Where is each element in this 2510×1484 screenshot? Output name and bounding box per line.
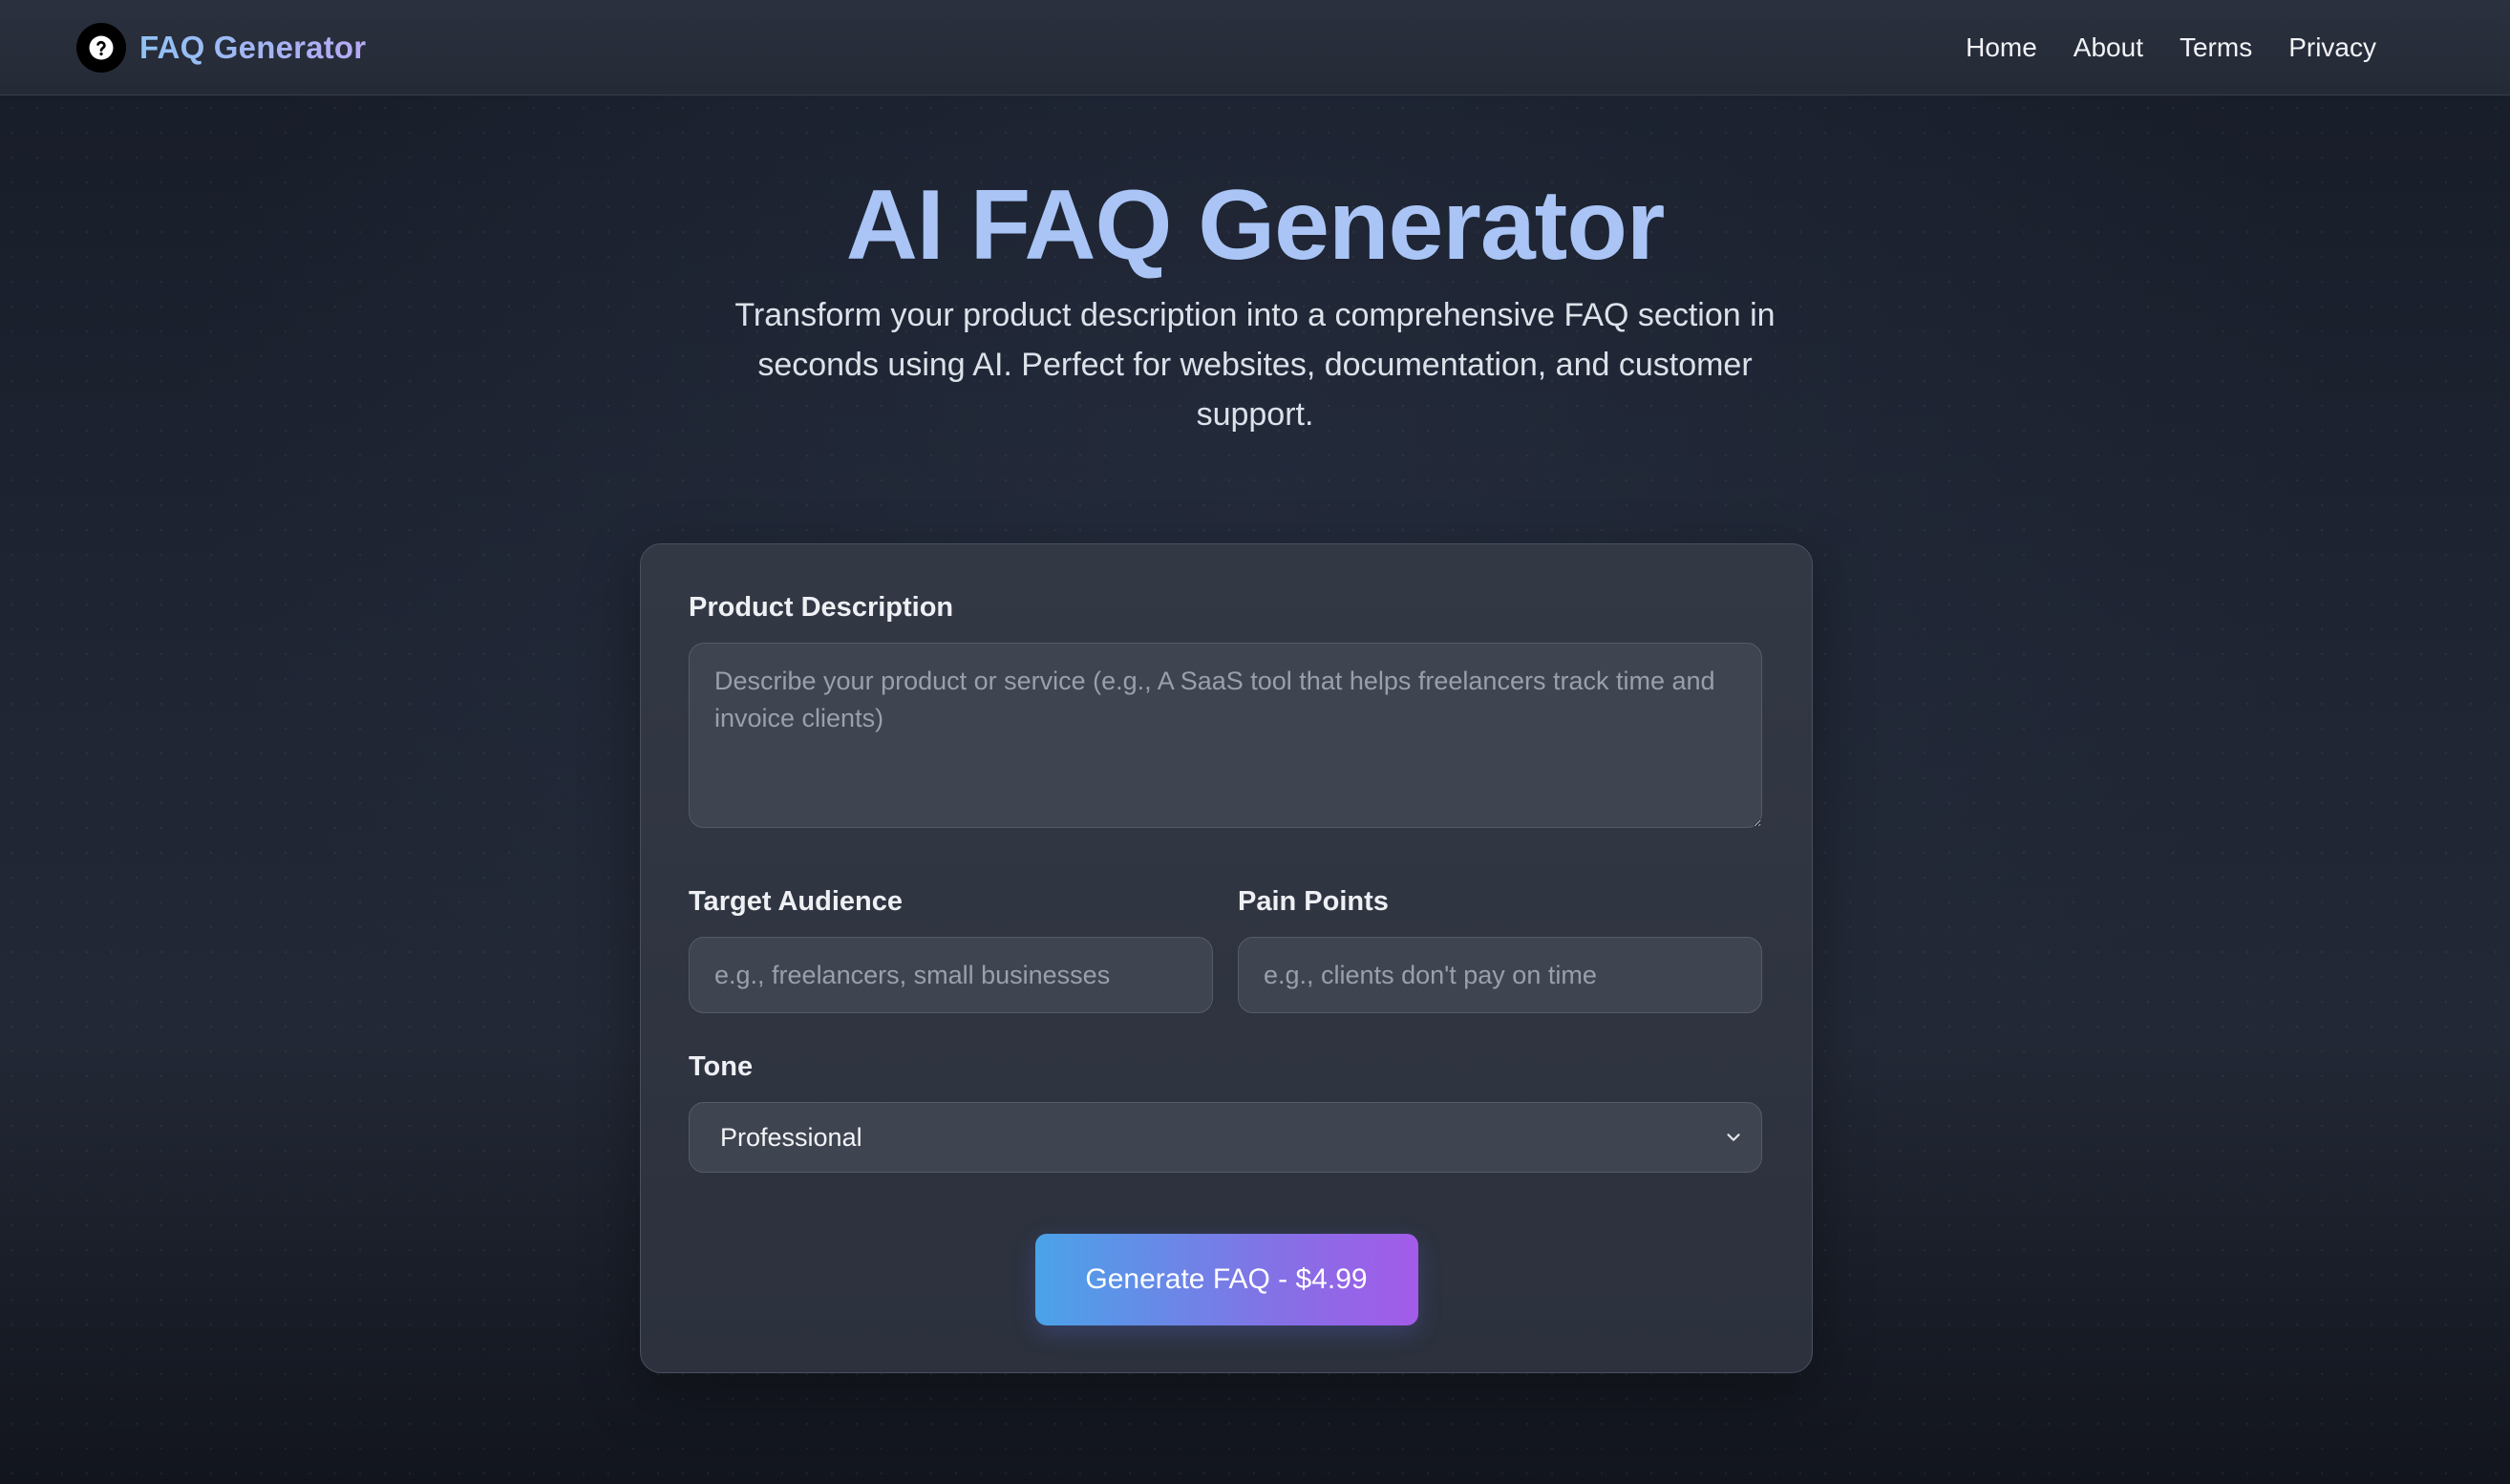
audience-pain-row: Target Audience Pain Points [689, 886, 1764, 1013]
product-description-label: Product Description [689, 592, 954, 623]
main-nav: Home About Terms Privacy [1966, 32, 2376, 63]
product-description-group: Product Description [689, 592, 1764, 833]
page-title: AI FAQ Generator [845, 170, 1666, 281]
tone-group: Tone Professional [689, 1051, 1764, 1173]
brand-name: FAQ Generator [139, 29, 367, 65]
hero-section: AI FAQ Generator Transform your product … [0, 172, 2510, 439]
pain-points-group: Pain Points [1238, 886, 1762, 1013]
product-description-textarea[interactable] [689, 643, 1762, 828]
generate-faq-button[interactable]: Generate FAQ - $4.99 [1034, 1234, 1418, 1325]
target-audience-input[interactable] [689, 937, 1213, 1013]
tone-label: Tone [689, 1051, 754, 1082]
target-audience-label: Target Audience [689, 886, 903, 917]
nav-link-home[interactable]: Home [1966, 32, 2037, 63]
chevron-down-icon [1727, 1134, 1740, 1141]
nav-link-terms[interactable]: Terms [2180, 32, 2252, 63]
top-navigation-bar: FAQ Generator Home About Terms Privacy [0, 0, 2510, 95]
faq-form-card: Product Description Target Audience Pain… [640, 543, 1813, 1373]
tone-selected-value: Professional [720, 1122, 862, 1152]
nav-link-about[interactable]: About [2074, 32, 2143, 63]
brand-link[interactable]: FAQ Generator [76, 22, 367, 73]
submit-wrap: Generate FAQ - $4.99 [689, 1234, 1764, 1325]
pain-points-label: Pain Points [1238, 886, 1389, 917]
page-subtitle: Transform your product description into … [734, 297, 1776, 433]
nav-link-privacy[interactable]: Privacy [2288, 32, 2376, 63]
pain-points-input[interactable] [1238, 937, 1762, 1013]
tone-select[interactable]: Professional [689, 1102, 1762, 1173]
question-circle-icon [76, 22, 126, 73]
target-audience-group: Target Audience [689, 886, 1213, 1013]
